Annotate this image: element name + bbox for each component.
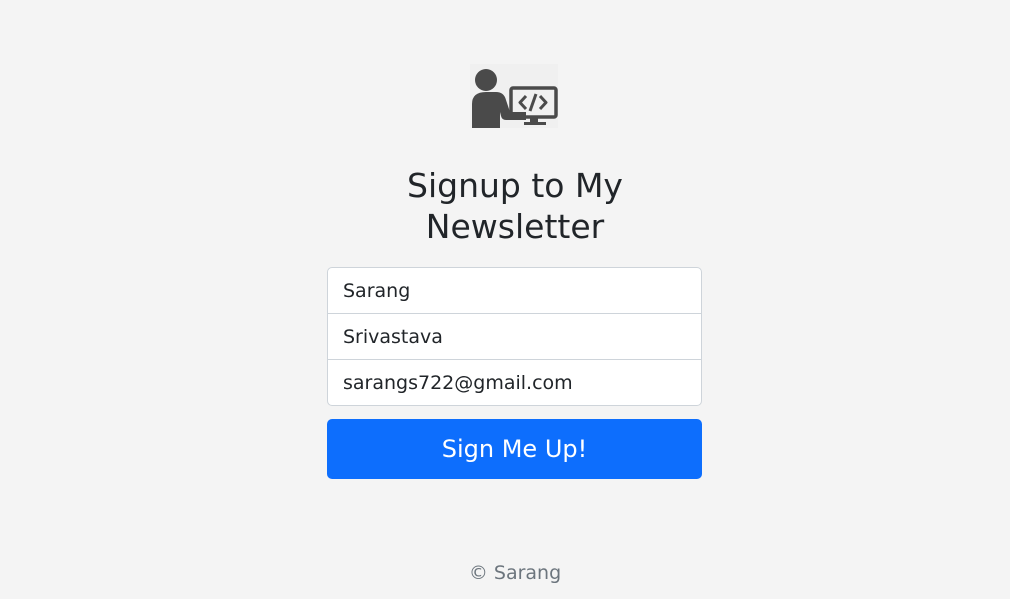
first-name-field[interactable] [327,267,702,314]
email-field[interactable] [327,359,702,406]
developer-at-computer-icon [472,69,558,128]
signup-form: Sign Me Up! [327,267,702,479]
developer-icon [470,64,558,128]
sign-me-up-button[interactable]: Sign Me Up! [327,419,702,479]
page-title: Signup to My Newsletter [407,166,623,246]
signup-page: Signup to My Newsletter Sign Me Up! © Sa… [0,0,1010,599]
last-name-field[interactable] [327,313,702,360]
copyright-footer: © Sarang [468,562,562,584]
